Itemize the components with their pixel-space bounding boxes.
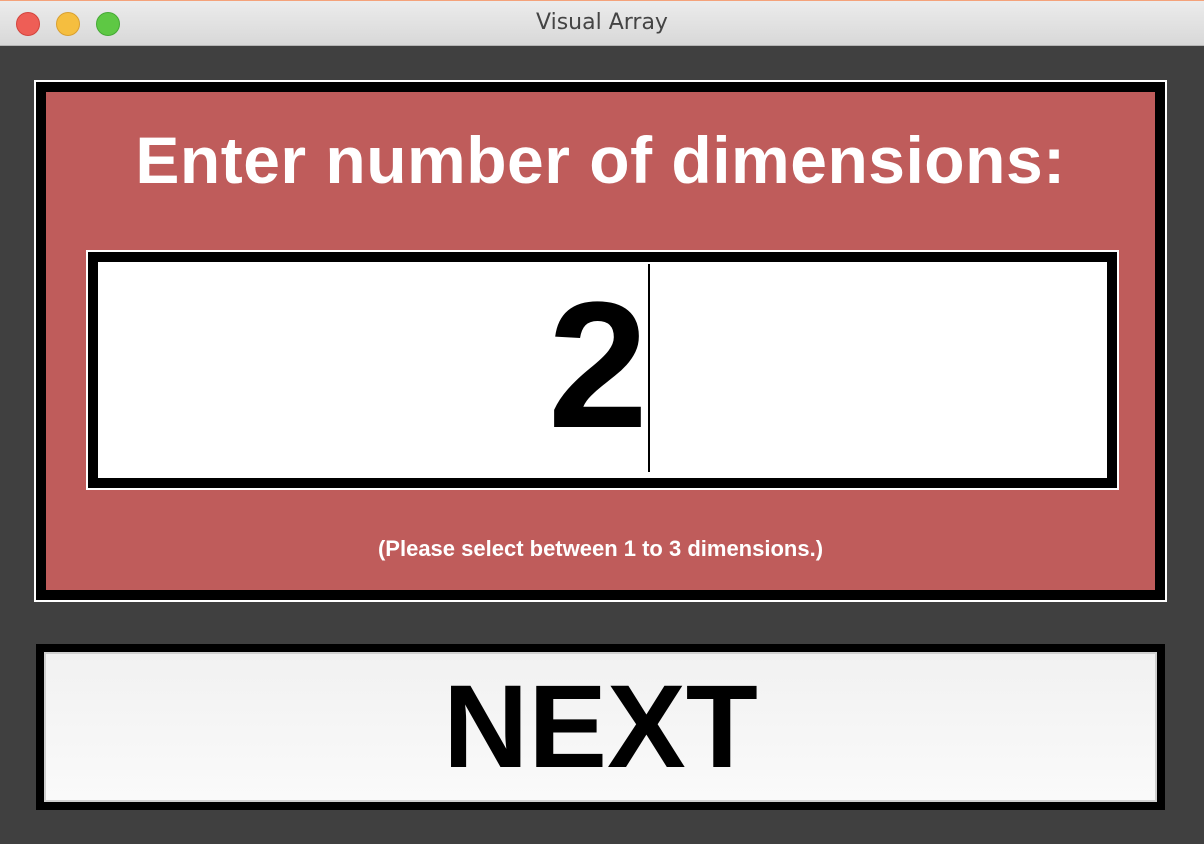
next-button[interactable]: NEXT bbox=[44, 652, 1157, 802]
prompt-heading: Enter number of dimensions: bbox=[135, 123, 1066, 197]
prompt-panel-frame: Enter number of dimensions: 2 (Please se… bbox=[34, 80, 1167, 602]
dimensions-input[interactable]: 2 bbox=[98, 262, 1107, 478]
window-title: Visual Array bbox=[536, 10, 668, 35]
next-button-frame: NEXT bbox=[36, 644, 1165, 810]
range-hint: (Please select between 1 to 3 dimensions… bbox=[377, 536, 824, 561]
prompt-panel: Enter number of dimensions: 2 (Please se… bbox=[42, 88, 1159, 594]
dimensions-field-frame: 2 bbox=[86, 250, 1119, 490]
app-window: Visual Array Enter number of dimensions:… bbox=[0, 0, 1204, 844]
dimensions-input-value: 2 bbox=[547, 265, 648, 466]
text-caret bbox=[648, 264, 650, 472]
title-bar[interactable]: Visual Array bbox=[0, 0, 1204, 46]
